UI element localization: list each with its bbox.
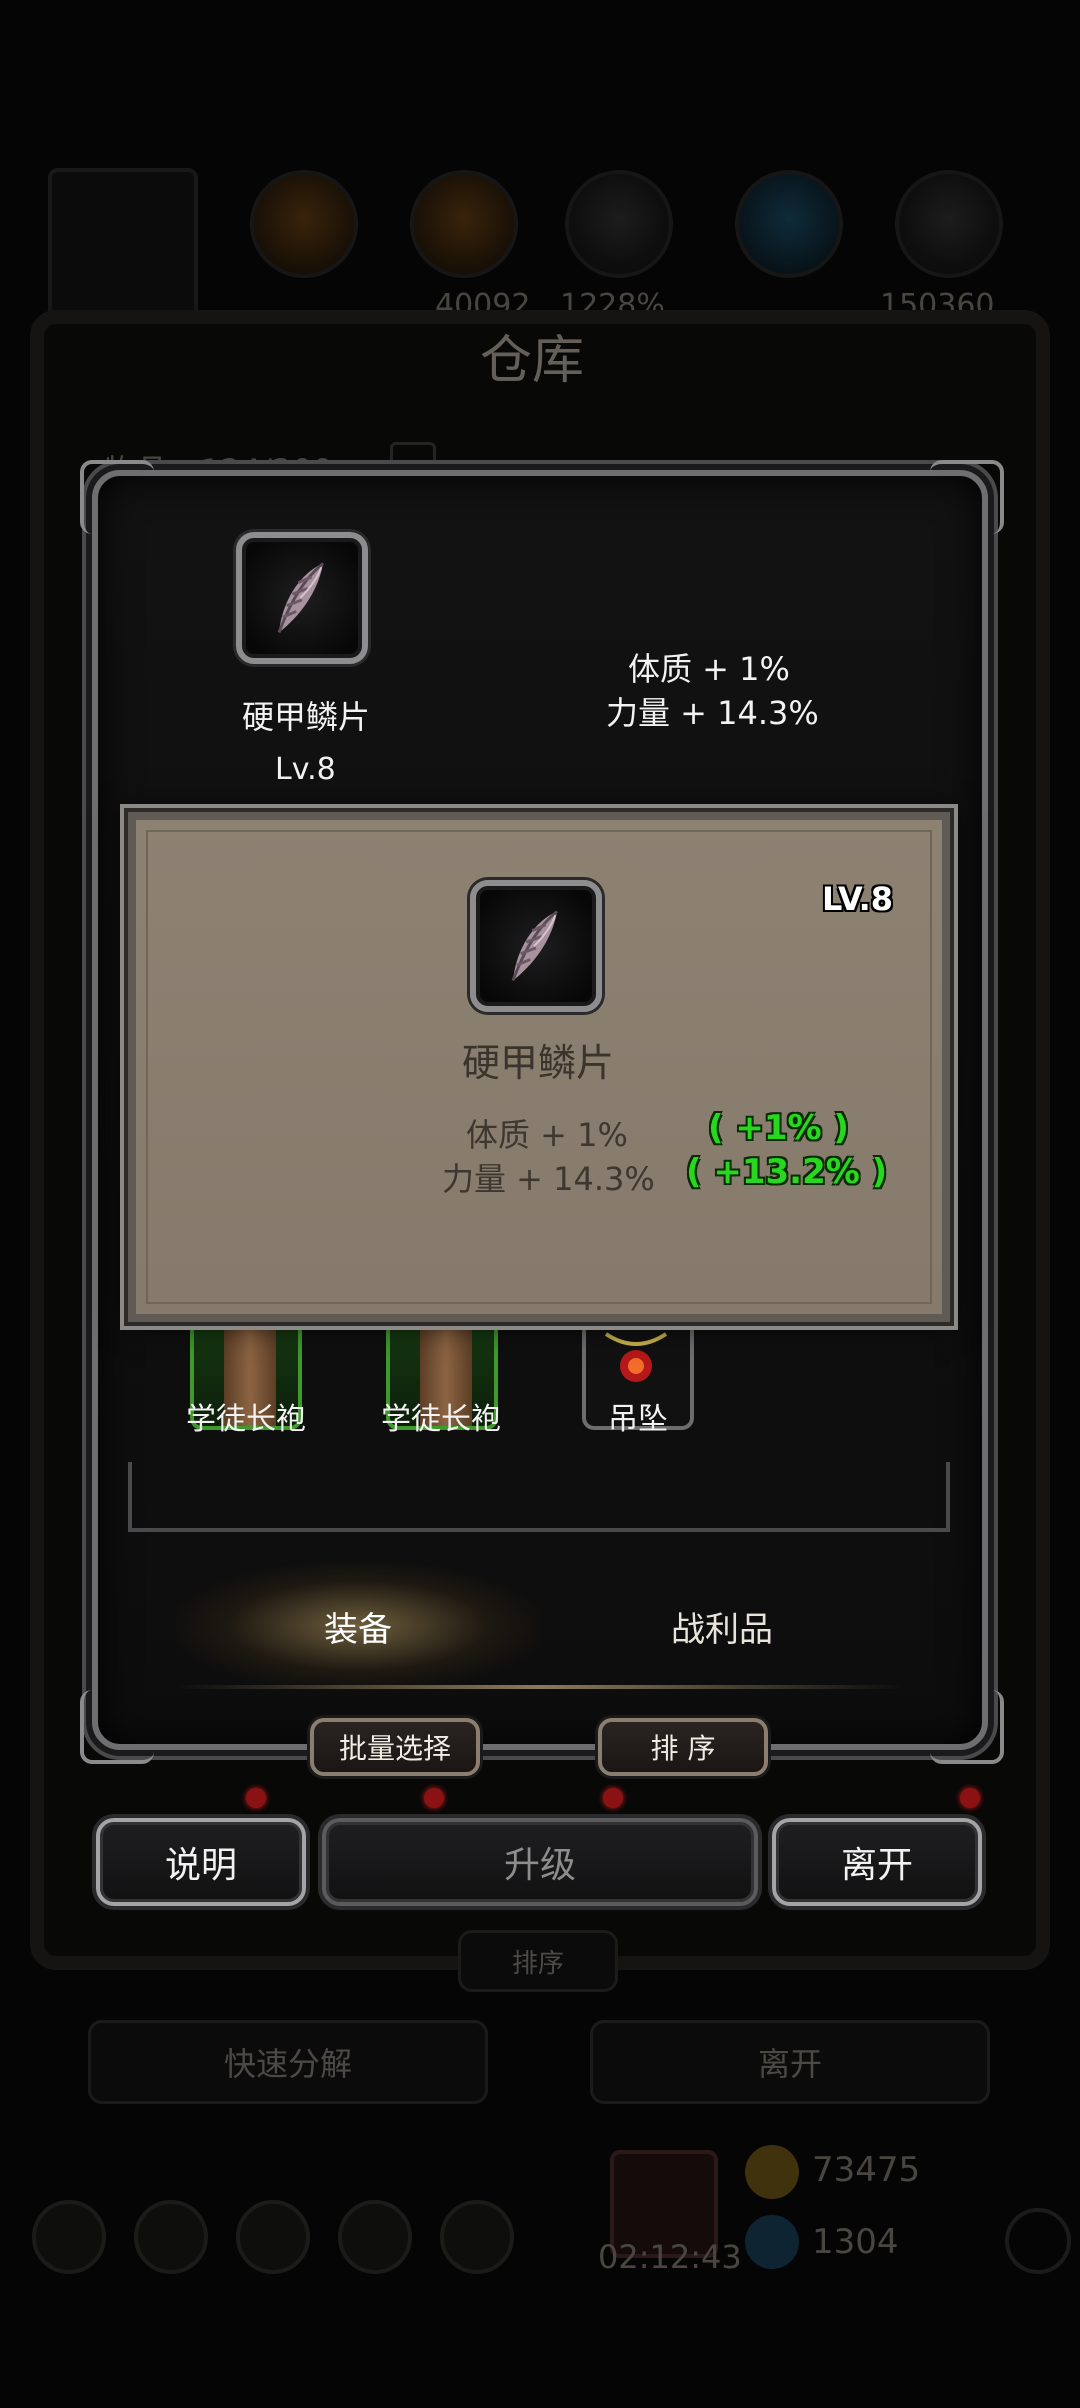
frame-corner [80,460,154,534]
tooltip-bonus: ( +13.2% ) [686,1152,888,1192]
resource-icon [250,170,358,278]
resource-icon [565,170,673,278]
tooltip-bonus: ( +1% ) [708,1108,849,1148]
category-tabs: 装备 战利品 [176,1562,904,1690]
inventory-item-label: 吊坠 [608,1402,668,1437]
gem-icon [745,2215,799,2269]
scale-feather-icon [511,910,559,982]
notification-dot [246,1788,266,1808]
background-avatar-slot [48,168,198,318]
gold-coin-icon [745,2145,799,2199]
bg-leave-button: 离开 [590,2020,990,2104]
resource-icon [735,170,843,278]
timer: 02:12:43 [598,2238,742,2276]
leave-button[interactable]: 离开 [772,1818,982,1906]
inventory-item-label: 学徒长袍 [186,1402,306,1437]
tab-equipment[interactable]: 装备 [176,1562,540,1690]
gem-amount: 1304 [812,2222,899,2262]
upgrade-button[interactable]: 升级 [322,1818,758,1906]
inventory-frame-bottom [128,1462,950,1532]
tooltip-item-name: 硬甲鳞片 [462,1041,615,1085]
menu-icon [134,2200,208,2274]
sort-button[interactable]: 排 序 [598,1718,768,1776]
warehouse-title: 仓库 [480,331,585,391]
frame-corner [930,460,1004,534]
item-name: 硬甲鳞片 [242,698,371,736]
resource-icon [895,170,1003,278]
menu-icon [440,2200,514,2274]
notification-dot [603,1788,623,1808]
item-stat: 体质 + 1% [628,650,790,688]
item-slot[interactable] [236,532,368,664]
notification-dot [960,1788,980,1808]
bg-sort-button: 排序 [458,1930,618,1992]
notification-dot [424,1788,444,1808]
menu-icon [32,2200,106,2274]
add-currency-icon [1005,2208,1071,2274]
item-level: Lv.8 [275,752,336,787]
tooltip-item-slot [470,880,602,1012]
item-stat: 力量 + 14.3% [606,694,819,732]
inventory-item-label: 学徒长袍 [381,1402,501,1437]
gold-amount: 73475 [812,2150,921,2190]
tooltip-stat: 体质 + 1% [466,1116,628,1154]
batch-select-button[interactable]: 批量选择 [310,1718,480,1776]
resource-icon [410,170,518,278]
frame-corner [930,1690,1004,1764]
tooltip-stat: 力量 + 14.3% [442,1160,655,1198]
frame-corner [80,1690,154,1764]
menu-icon [338,2200,412,2274]
quick-dismantle-button: 快速分解 [88,2020,488,2104]
tooltip-level: LV.8 [822,880,894,918]
help-button[interactable]: 说明 [96,1818,306,1906]
scale-feather-icon [277,562,325,634]
tab-loot[interactable]: 战利品 [540,1562,904,1690]
menu-icon [236,2200,310,2274]
tab-divider [176,1685,904,1689]
